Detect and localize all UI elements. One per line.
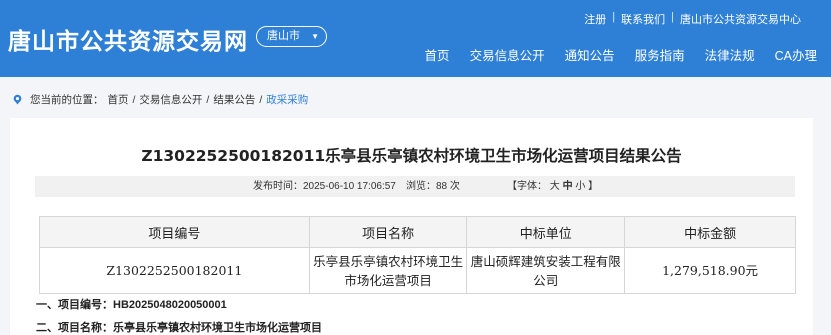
header-amount: 中标金额 xyxy=(624,216,796,248)
font-size-control: 【字体： 大 中 小 】 xyxy=(507,176,598,197)
breadcrumb-current[interactable]: 政采采购 xyxy=(266,92,308,107)
nav-home[interactable]: 首页 xyxy=(425,45,450,64)
nav-ca[interactable]: CA办理 xyxy=(775,45,817,64)
font-label: 【字体： xyxy=(507,181,547,192)
table-row: Z1302252500182011 乐亭县乐亭镇农村环境卫生市场化运营项目 唐山… xyxy=(39,247,796,294)
header-project-no: 项目编号 xyxy=(39,216,310,248)
nav-laws[interactable]: 法律法规 xyxy=(705,45,755,64)
cell-amount: 1,279,518.90元 xyxy=(624,247,796,294)
cell-project-name: 乐亭县乐亭镇农村环境卫生市场化运营项目 xyxy=(308,247,468,294)
chevron-down-icon: ▼ xyxy=(311,32,319,41)
breadcrumb-prefix: 您当前的位置： xyxy=(30,94,104,106)
divider: | xyxy=(612,11,616,23)
section-project-no: 一、项目编号：HB2025048020050001 xyxy=(36,299,227,311)
header-winner: 中标单位 xyxy=(466,216,626,248)
breadcrumb-home[interactable]: 首页 xyxy=(108,92,129,107)
location-pin-icon xyxy=(13,94,22,105)
breadcrumb-sep: / xyxy=(206,93,210,106)
font-label-end: 】 xyxy=(588,181,599,192)
site-title[interactable]: 唐山市公共资源交易网 xyxy=(8,22,248,56)
table-header-row: 项目编号 项目名称 中标单位 中标金额 xyxy=(39,216,796,248)
nav-service-guide[interactable]: 服务指南 xyxy=(635,45,685,64)
breadcrumb-sep: / xyxy=(132,93,136,106)
breadcrumb-trade-info[interactable]: 交易信息公开 xyxy=(139,92,202,107)
breadcrumb-sep: / xyxy=(259,93,263,106)
divider: | xyxy=(671,11,674,23)
result-table: 项目编号 项目名称 中标单位 中标金额 Z1302252500182011 乐亭… xyxy=(39,216,796,294)
register-link[interactable]: 注册 xyxy=(578,11,612,27)
view-count: 浏览：88 次 xyxy=(406,181,460,192)
section-project-name: 二、项目名称：乐亭县乐亭镇农村环境卫生市场化运营项目 xyxy=(36,322,322,334)
top-links: 注册 | 联系我们 | 唐山市公共资源交易中心 xyxy=(578,11,807,27)
meta-bar: 发布时间：2025-06-10 17:06:57 浏览：88 次 【字体： 大 … xyxy=(35,176,795,197)
city-select[interactable]: 唐山市 ▼ xyxy=(256,26,327,47)
publish-time: 发布时间：2025-06-10 17:06:57 xyxy=(253,181,396,192)
cell-project-no: Z1302252500182011 xyxy=(39,247,310,294)
city-select-value: 唐山市 xyxy=(267,30,300,42)
header-project-name: 项目名称 xyxy=(308,216,468,248)
breadcrumb-result[interactable]: 结果公告 xyxy=(213,92,255,107)
font-large-button[interactable]: 大 xyxy=(550,181,560,192)
site-header: 唐山市公共资源交易网 唐山市 ▼ 注册 | 联系我们 | 唐山市公共资源交易中心… xyxy=(0,0,831,77)
font-medium-button[interactable]: 中 xyxy=(563,181,573,192)
font-small-button[interactable]: 小 xyxy=(575,181,585,192)
page-title: Z1302252500182011乐亭县乐亭镇农村环境卫生市场化运营项目结果公告 xyxy=(141,147,682,165)
contact-link[interactable]: 联系我们 xyxy=(615,11,671,27)
article-card: Z1302252500182011乐亭县乐亭镇农村环境卫生市场化运营项目结果公告… xyxy=(10,118,813,335)
nav-notices[interactable]: 通知公告 xyxy=(565,45,615,64)
breadcrumb: 您当前的位置： 首页 / 交易信息公开 / 结果公告 / 政采采购 xyxy=(12,92,312,107)
main-nav: 首页 交易信息公开 通知公告 服务指南 法律法规 CA办理 xyxy=(405,45,817,64)
cell-winner: 唐山硕辉建筑安装工程有限公司 xyxy=(466,247,626,294)
nav-trade-info[interactable]: 交易信息公开 xyxy=(470,45,545,64)
center-link[interactable]: 唐山市公共资源交易中心 xyxy=(674,11,807,27)
